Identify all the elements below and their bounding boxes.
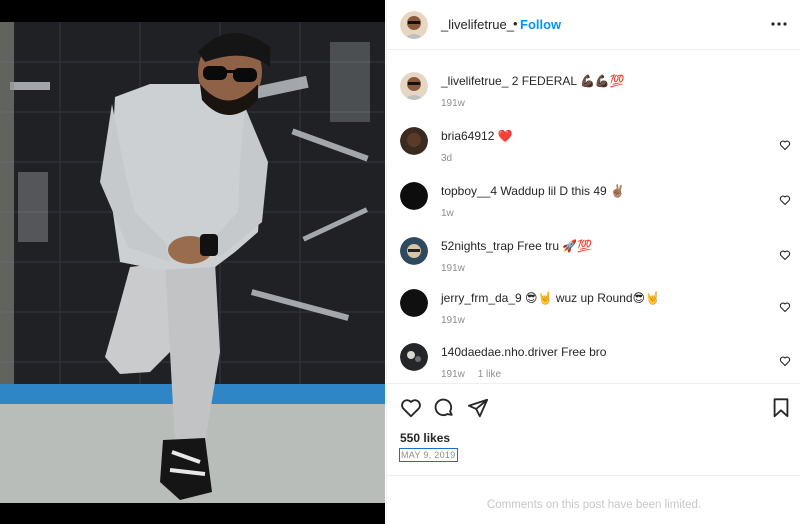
comment-row: bria64912 ❤️ 3d [387, 115, 800, 165]
comment-body: Waddup lil D this 49 ✌🏽 [500, 184, 625, 198]
comment-like-heart-icon[interactable] [779, 193, 791, 206]
comment-row: 52nights_trap Free tru 🚀💯 191w [387, 225, 800, 275]
comments-list[interactable]: _livelifetrue_ 2 FEDERAL 💪🏿💪🏿💯 191w bria… [387, 51, 800, 384]
comment-like-heart-icon[interactable] [779, 248, 791, 261]
comment-timestamp[interactable]: 191w [441, 315, 465, 326]
comment-timestamp[interactable]: 3d [441, 153, 452, 164]
post-date[interactable]: MAY 9, 2019 [399, 448, 458, 462]
comment-username[interactable]: topboy__4 [441, 184, 497, 198]
like-count[interactable]: 550 likes [400, 431, 450, 445]
comment-text: 52nights_trap Free tru 🚀💯 [441, 239, 771, 254]
comment-text: jerry_frm_da_9 😎🤘 wuz up Round😎🤘 [441, 291, 771, 306]
comment-username[interactable]: 140daedae.nho.driver [441, 345, 558, 359]
comments-limited-notice: Comments on this post have been limited. [486, 499, 702, 511]
comment-timestamp[interactable]: 191w [441, 263, 465, 274]
comment-text: bria64912 ❤️ [441, 129, 771, 144]
comment-row: jerry_frm_da_9 😎🤘 wuz up Round😎🤘 191w [387, 277, 800, 327]
commenter-avatar[interactable] [400, 182, 428, 210]
comment-like-count[interactable]: 1 like [478, 369, 501, 380]
caption-timestamp[interactable]: 191w [441, 98, 465, 109]
caption-username[interactable]: _livelifetrue_ [441, 74, 508, 88]
commenter-avatar[interactable] [400, 237, 428, 265]
post-media-panel [0, 0, 385, 524]
commenter-avatar[interactable] [400, 127, 428, 155]
comment-like-heart-icon[interactable] [779, 354, 791, 367]
comment-timestamp[interactable]: 191w [441, 369, 465, 380]
commenter-avatar[interactable] [400, 289, 428, 317]
comment-text: topboy__4 Waddup lil D this 49 ✌🏽 [441, 184, 771, 199]
comment-like-heart-icon[interactable] [779, 138, 791, 151]
author-username[interactable]: _livelifetrue_ [441, 17, 514, 32]
comment-icon[interactable] [433, 397, 455, 419]
post-details-panel: _livelifetrue_ • Follow _livelifetrue_ 2… [386, 0, 800, 524]
action-bar [387, 390, 800, 426]
comment-body: 😎🤘 wuz up Round😎🤘 [525, 291, 660, 305]
heart-icon[interactable] [400, 397, 422, 419]
comment-username[interactable]: jerry_frm_da_9 [441, 291, 522, 305]
comment-timestamp[interactable]: 1w [441, 208, 454, 219]
comment-section-footer: Comments on this post have been limited. [387, 475, 800, 524]
follow-button[interactable]: Follow [520, 17, 561, 32]
comment-body: Free tru 🚀💯 [517, 239, 593, 253]
commenter-avatar[interactable] [400, 343, 428, 371]
bookmark-icon[interactable] [770, 397, 792, 419]
comment-body: ❤️ [497, 129, 513, 143]
comment-like-heart-icon[interactable] [779, 300, 791, 313]
caption-body: 2 FEDERAL 💪🏿💪🏿💯 [511, 74, 625, 88]
caption-text: _livelifetrue_ 2 FEDERAL 💪🏿💪🏿💯 [441, 74, 771, 89]
comment-body: Free bro [561, 345, 607, 359]
comment-text: 140daedae.nho.driver Free bro [441, 345, 771, 360]
more-options-icon[interactable] [769, 14, 789, 34]
comment-username[interactable]: bria64912 [441, 129, 494, 143]
comment-row: 140daedae.nho.driver Free bro 191w 1 lik… [387, 331, 800, 381]
separator-dot: • [513, 16, 518, 31]
post-header: _livelifetrue_ • Follow [387, 0, 800, 50]
post-photo[interactable] [0, 22, 385, 503]
author-avatar[interactable] [400, 11, 428, 39]
author-avatar[interactable] [400, 72, 428, 100]
comment-username[interactable]: 52nights_trap [441, 239, 514, 253]
share-icon[interactable] [467, 397, 489, 419]
comment-meta: 191w 1 like [441, 369, 501, 380]
comment-row: topboy__4 Waddup lil D this 49 ✌🏽 1w [387, 170, 800, 220]
caption: _livelifetrue_ 2 FEDERAL 💪🏿💪🏿💯 191w [387, 60, 800, 110]
